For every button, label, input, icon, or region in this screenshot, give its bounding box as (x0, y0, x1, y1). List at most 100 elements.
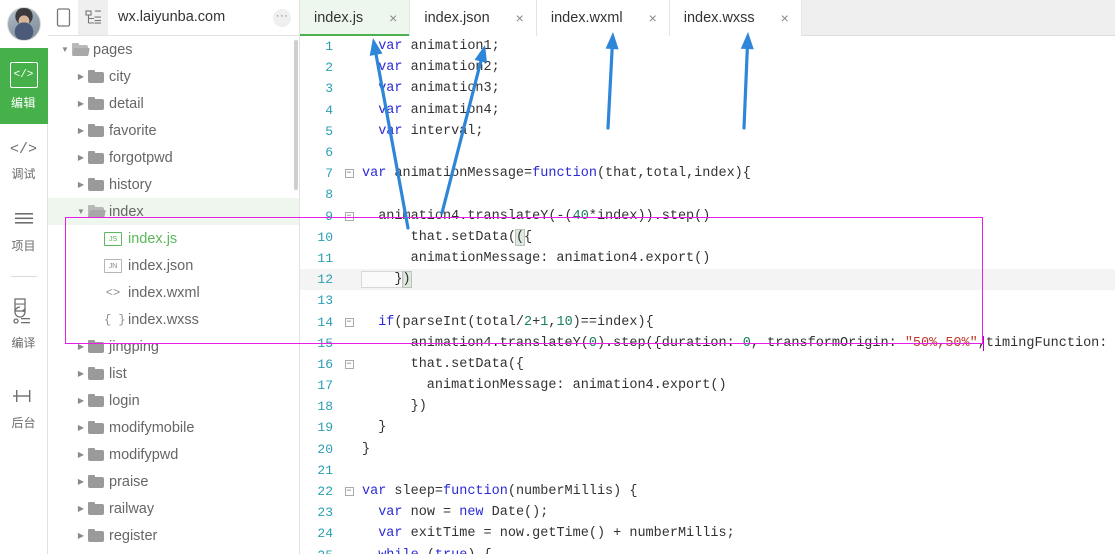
tab-label: index.js (314, 10, 364, 26)
line-number: 10 (317, 229, 333, 245)
tree-item-label: index.wxml (128, 284, 200, 301)
activity-item-project[interactable]: 项目 (0, 192, 48, 264)
tree-item-label: index.json (128, 257, 194, 274)
line-number: 1 (325, 39, 333, 55)
tree-file-index-json[interactable]: ▶JNindex.json (48, 252, 299, 279)
tree-folder-register[interactable]: ▶ register (48, 522, 299, 549)
tree-item-label: forgotpwd (109, 149, 173, 166)
code-text: var animation1; (378, 39, 500, 55)
code-text: var animation4; (378, 102, 500, 118)
chevron-right-icon[interactable]: ▶ (74, 369, 88, 378)
code-editor[interactable]: 1 var animation1; 2 var animation2; 3 var … (300, 36, 1115, 554)
device-preview-icon[interactable] (48, 0, 78, 35)
fold-minus-icon[interactable]: − (344, 487, 354, 497)
chevron-right-icon[interactable]: ▶ (74, 180, 88, 189)
more-options-button[interactable]: ··· (265, 0, 299, 35)
chevron-right-icon[interactable]: ▶ (74, 531, 88, 540)
editor-tabbar[interactable]: index.js × index.json × index.wxml × index.wxs… (300, 0, 1115, 36)
chevron-down-icon[interactable]: ▼ (58, 45, 72, 54)
close-icon[interactable]: × (389, 11, 397, 25)
tree-structure-icon[interactable] (78, 0, 108, 35)
tree-file-index-wxss[interactable]: ▶{ }index.wxss (48, 306, 299, 333)
chevron-right-icon[interactable]: ▶ (74, 72, 88, 81)
chevron-right-icon[interactable]: ▶ (74, 477, 88, 486)
tree-file-index-js[interactable]: ▶JSindex.js (48, 225, 299, 252)
tree-folder-pages[interactable]: ▼ pages (48, 36, 299, 63)
folder-icon (88, 70, 104, 83)
fold-toggle-icon[interactable]: − (340, 487, 358, 497)
tree-folder-history[interactable]: ▶ history (48, 171, 299, 198)
fold-minus-icon[interactable]: − (344, 317, 354, 327)
code-line: 23 var now = new Date(); (300, 502, 1115, 523)
tree-item-label: register (109, 527, 158, 544)
tab-index-json[interactable]: index.json × (410, 0, 537, 36)
code-text: var animation3; (378, 81, 500, 97)
tree-folder-modifypwd[interactable]: ▶ modifypwd (48, 441, 299, 468)
chevron-right-icon[interactable]: ▶ (74, 423, 88, 432)
tree-folder-forgotpwd[interactable]: ▶ forgotpwd (48, 144, 299, 171)
tree-folder-index[interactable]: ▼ index (48, 198, 299, 225)
chevron-right-icon[interactable]: ▶ (74, 342, 88, 351)
fold-minus-icon[interactable]: − (344, 359, 354, 369)
json-file-icon: JN (104, 258, 122, 273)
tree-folder-city[interactable]: ▶ city (48, 63, 299, 90)
tab-index-wxss[interactable]: index.wxss × (669, 0, 802, 36)
chevron-down-icon[interactable]: ▼ (74, 207, 88, 216)
activity-item-compile[interactable]: 编译 (0, 281, 48, 361)
close-icon[interactable]: × (649, 11, 657, 25)
code-line: 10 that.setData(({ (300, 227, 1115, 248)
avatar[interactable] (0, 0, 48, 48)
line-number: 6 (325, 145, 333, 161)
tree-folder-login[interactable]: ▶ login (48, 387, 299, 414)
tree-folder-favorite[interactable]: ▶ favorite (48, 117, 299, 144)
tree-scrollbar[interactable] (294, 40, 298, 190)
chevron-right-icon[interactable]: ▶ (74, 450, 88, 459)
chevron-right-icon[interactable]: ▶ (74, 153, 88, 162)
activity-item-debug[interactable]: </> 调试 (0, 124, 48, 192)
js-file-icon: JS (104, 231, 122, 246)
tree-folder-praise[interactable]: ▶ praise (48, 468, 299, 495)
activity-bar: </> 编辑 </> 调试 项目 编译 后台 (0, 0, 48, 554)
list-lines-icon (0, 210, 48, 234)
code-text: var animationMessage=function(that,total… (362, 166, 751, 182)
close-icon[interactable]: × (781, 11, 789, 25)
line-number: 8 (325, 187, 333, 203)
chevron-right-icon[interactable]: ▶ (74, 504, 88, 513)
code-text: var now = new Date(); (378, 505, 549, 521)
tree-folder-railway[interactable]: ▶ railway (48, 495, 299, 522)
tab-index-wxml[interactable]: index.wxml × (536, 0, 670, 36)
activity-item-edit[interactable]: </> 编辑 (0, 48, 48, 124)
fold-toggle-icon[interactable]: − (340, 359, 358, 369)
code-text: while (true) { (358, 548, 491, 554)
folder-icon (88, 367, 104, 380)
chevron-right-icon[interactable]: ▶ (74, 396, 88, 405)
fold-toggle-icon[interactable]: − (340, 317, 358, 327)
chevron-right-icon[interactable]: ▶ (74, 99, 88, 108)
editor-area: index.js × index.json × index.wxml × index.wxs… (300, 0, 1115, 554)
tree-folder-jingping[interactable]: ▶ jingping (48, 333, 299, 360)
code-text: animationMessage: animation4.export() (362, 378, 727, 394)
fold-minus-icon[interactable]: − (344, 211, 354, 221)
compile-refresh-icon (0, 297, 48, 331)
tree-folder-detail[interactable]: ▶ detail (48, 90, 299, 117)
fold-toggle-icon[interactable]: − (340, 211, 358, 221)
close-icon[interactable]: × (516, 11, 524, 25)
folder-icon (88, 502, 104, 515)
tree-item-label: index (109, 203, 144, 220)
fold-toggle-icon[interactable]: − (340, 169, 358, 179)
activity-item-backend[interactable]: 后台 (0, 361, 48, 441)
tree-item-label: modifymobile (109, 419, 195, 436)
line-number: 19 (317, 420, 333, 436)
wechat-devtools-window: </> 编辑 </> 调试 项目 编译 后台 wx.laiyunba.com ·… (0, 0, 1115, 554)
file-tree[interactable]: ▼ pages ▶ city ▶ detail ▶ favorite ▶ forgotpwd ▶ hi… (48, 36, 299, 554)
tree-file-index-wxml[interactable]: ▶<>index.wxml (48, 279, 299, 306)
fold-minus-icon[interactable]: − (344, 169, 354, 179)
tree-item-label: index.wxss (128, 311, 199, 328)
code-text: animation4.translateY(-(40*index)).step(… (362, 208, 711, 224)
tab-index-js[interactable]: index.js × (300, 0, 411, 36)
chevron-right-icon[interactable]: ▶ (74, 126, 88, 135)
tree-item-label: favorite (109, 122, 157, 139)
code-line: 11 animationMessage: animation4.export() (300, 248, 1115, 269)
tree-folder-modifymobile[interactable]: ▶ modifymobile (48, 414, 299, 441)
tree-folder-list[interactable]: ▶ list (48, 360, 299, 387)
